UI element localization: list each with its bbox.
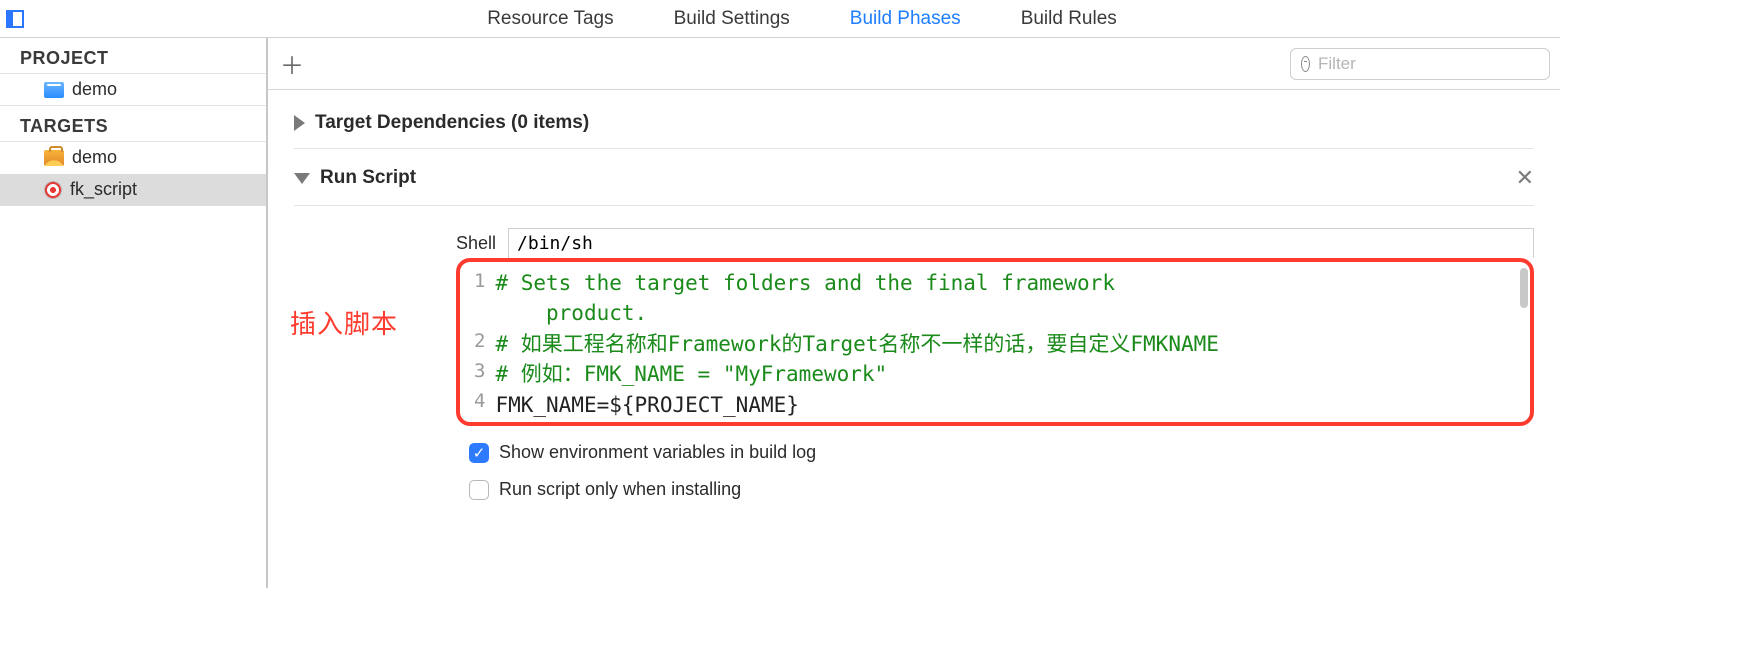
tab-build-rules[interactable]: Build Rules	[1021, 8, 1117, 30]
sidebar-project-row[interactable]: demo	[0, 74, 266, 106]
phase-title: Run Script	[320, 167, 416, 189]
code-lines[interactable]: # Sets the target folders and the final …	[495, 266, 1524, 420]
content-pane: ＋ Target Dependencies (0 items) Run Scri…	[268, 38, 1560, 588]
tab-bar: Resource Tags Build Settings Build Phase…	[0, 0, 1560, 38]
sidebar-target-row[interactable]: demo	[0, 142, 266, 174]
sidebar-item-label: demo	[72, 147, 117, 168]
disclosure-expanded-icon	[294, 173, 310, 184]
phase-title: Target Dependencies (0 items)	[315, 112, 589, 134]
add-phase-button[interactable]: ＋	[278, 46, 306, 81]
run-script-body: Shell 插入脚本 1234 # Sets the target folder…	[294, 206, 1534, 500]
phase-target-dependencies[interactable]: Target Dependencies (0 items)	[294, 96, 1534, 149]
aggregate-target-icon	[44, 181, 62, 199]
filter-field[interactable]	[1290, 48, 1550, 80]
checkbox-checked-icon[interactable]: ✓	[469, 443, 489, 463]
tab-build-settings[interactable]: Build Settings	[674, 8, 790, 30]
app-target-icon	[44, 150, 64, 166]
tab-group: Resource Tags Build Settings Build Phase…	[44, 8, 1560, 30]
show-env-row[interactable]: ✓ Show environment variables in build lo…	[469, 442, 1534, 463]
sidebar: PROJECT demo TARGETS demo fk_script	[0, 38, 268, 588]
sidebar-project-label: demo	[72, 79, 117, 100]
annotation-label: 插入脚本	[290, 304, 398, 341]
show-env-label: Show environment variables in build log	[499, 442, 816, 463]
sidebar-item-label: fk_script	[70, 179, 137, 200]
line-gutter: 1234	[460, 266, 495, 420]
only-install-row[interactable]: Run script only when installing	[469, 479, 1534, 500]
layout-toggle-icon[interactable]	[6, 10, 24, 28]
project-icon	[44, 82, 64, 98]
disclosure-collapsed-icon	[294, 115, 305, 131]
phase-run-script[interactable]: Run Script ✕	[294, 149, 1534, 206]
tab-build-phases[interactable]: Build Phases	[850, 8, 961, 30]
filter-input[interactable]	[1318, 54, 1539, 74]
only-install-label: Run script only when installing	[499, 479, 741, 500]
shell-input[interactable]	[508, 228, 1534, 258]
sidebar-target-row[interactable]: fk_script	[0, 174, 266, 206]
shell-label: Shell	[456, 233, 496, 254]
sidebar-project-header: PROJECT	[0, 38, 266, 74]
scrollbar-thumb[interactable]	[1520, 268, 1528, 308]
sidebar-targets-header: TARGETS	[0, 106, 266, 142]
tab-resource-tags[interactable]: Resource Tags	[487, 8, 613, 30]
phase-toolbar: ＋	[268, 38, 1560, 90]
remove-phase-button[interactable]: ✕	[1516, 165, 1534, 191]
script-editor[interactable]: 插入脚本 1234 # Sets the target folders and …	[456, 258, 1534, 426]
filter-icon	[1301, 56, 1310, 72]
checkbox-unchecked-icon[interactable]	[469, 480, 489, 500]
